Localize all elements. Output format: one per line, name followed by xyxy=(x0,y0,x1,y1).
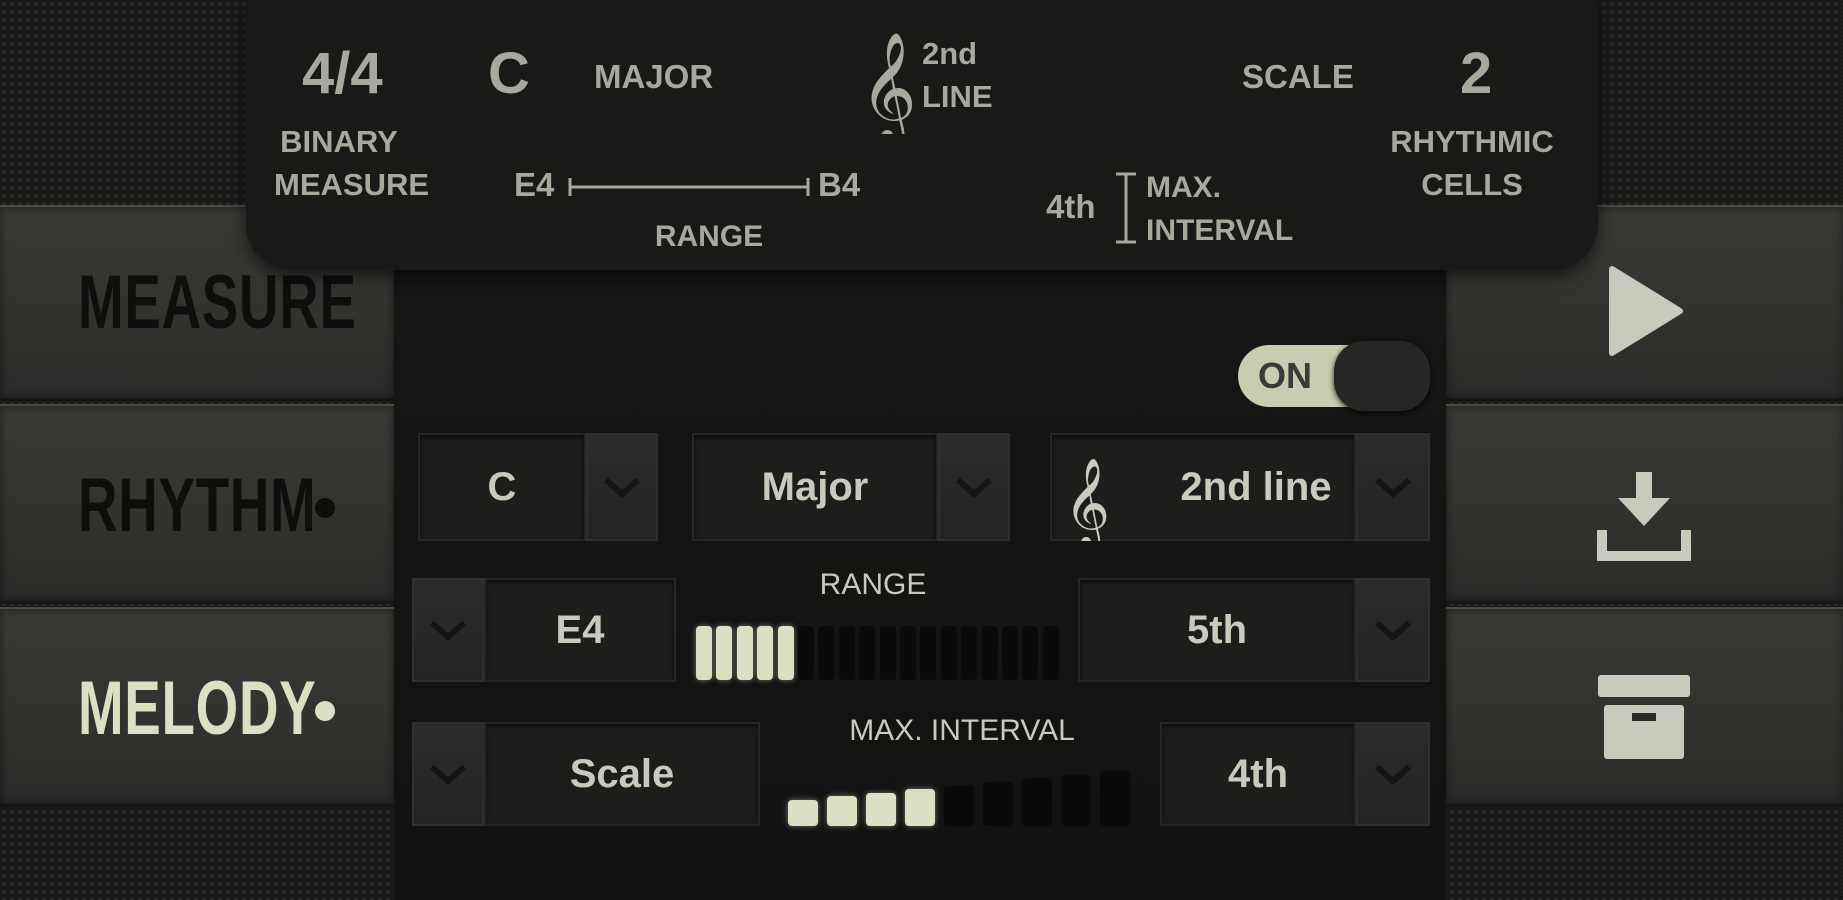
svg-text:𝄞: 𝄞 xyxy=(1064,458,1110,541)
max-interval-meter-segment xyxy=(1100,771,1130,826)
interval-bracket xyxy=(1112,172,1140,244)
range-meter-segment xyxy=(940,626,957,680)
sidebar-item-label: MELODY xyxy=(78,666,317,751)
clef-select-value: 2nd line xyxy=(1180,465,1332,509)
clef-select[interactable]: 𝄞 2nd line xyxy=(1050,433,1356,552)
key-summary: C xyxy=(488,41,530,106)
range-meter-segment xyxy=(1022,626,1039,680)
range-high-select[interactable]: 5th xyxy=(1078,578,1356,682)
sidebar-item-melody[interactable]: MELODY xyxy=(0,607,394,807)
max-interval-meter-segment xyxy=(983,782,1013,826)
range-meter-segment xyxy=(859,626,876,680)
range-meter-segment xyxy=(696,626,712,680)
range-meter-segment xyxy=(818,626,835,680)
status-dot xyxy=(315,498,335,518)
archive-button[interactable] xyxy=(1446,607,1843,807)
sidebar-item-label: RHYTHM xyxy=(78,463,317,548)
range-meter-segment xyxy=(1002,626,1018,680)
max-interval-meter-segment xyxy=(1022,778,1052,826)
max-interval-value: 4th xyxy=(1228,752,1288,796)
chevron-down-icon xyxy=(430,620,466,641)
chevron-down-icon xyxy=(430,764,466,785)
mode-select[interactable]: Major xyxy=(692,433,938,541)
key-select-chevron[interactable] xyxy=(586,433,658,541)
range-high-summary: B4 xyxy=(818,166,861,203)
max-interval-meter-segment xyxy=(827,796,857,826)
range-meter-segment xyxy=(777,626,794,680)
chevron-down-icon xyxy=(956,477,992,498)
range-high-chevron[interactable] xyxy=(1356,578,1430,682)
treble-clef-icon: 𝄞 xyxy=(856,24,917,148)
motion-value: Scale xyxy=(569,752,675,796)
play-icon xyxy=(1606,263,1686,359)
range-low-summary: E4 xyxy=(514,166,555,203)
clef-summary: 2nd LINE xyxy=(922,36,993,114)
max-interval-meter-segment xyxy=(944,785,974,826)
mode-select-chevron[interactable] xyxy=(938,433,1010,541)
mode-summary: MAJOR xyxy=(594,58,714,95)
mode-select-value: Major xyxy=(761,465,869,509)
summary-panel: 4/4 BINARY MEASURE C MAJOR 𝄞 2nd LINE SC… xyxy=(246,0,1598,270)
sidebar-item-rhythm[interactable]: RHYTHM xyxy=(0,404,394,604)
max-interval-summary: 4th xyxy=(1046,188,1096,225)
max-interval-meter-segment xyxy=(905,789,935,826)
rhythmic-cells-count: 2 xyxy=(1460,41,1493,106)
range-meter-segment xyxy=(757,626,774,680)
range-meter-segment xyxy=(981,626,998,680)
range-low-select[interactable]: E4 xyxy=(484,578,676,682)
melody-toggle[interactable]: ON xyxy=(1238,341,1430,411)
chevron-down-icon xyxy=(604,477,640,498)
range-high-value: 5th xyxy=(1187,608,1247,652)
motion-chevron[interactable] xyxy=(412,722,484,826)
key-select-value: C xyxy=(487,465,517,509)
max-interval-summary-label: MAX. INTERVAL xyxy=(1146,171,1294,247)
measure-type-label: BINARY MEASURE xyxy=(274,124,430,202)
range-low-chevron[interactable] xyxy=(412,578,484,682)
range-meter-segment xyxy=(838,626,855,680)
key-select[interactable]: C xyxy=(418,433,586,541)
range-meter-segment xyxy=(1042,626,1059,680)
chevron-down-icon xyxy=(1375,620,1411,641)
download-button[interactable] xyxy=(1446,404,1843,604)
download-icon xyxy=(1596,468,1692,564)
time-signature: 4/4 xyxy=(302,41,383,106)
max-interval-chevron[interactable] xyxy=(1356,722,1430,826)
max-interval-meter[interactable] xyxy=(788,770,1136,828)
clef-select-chevron[interactable] xyxy=(1356,433,1430,541)
range-meter-segment xyxy=(961,626,978,680)
range-meter-segment xyxy=(920,626,937,680)
max-interval-label: MAX. INTERVAL xyxy=(849,714,1075,747)
chevron-down-icon xyxy=(1375,477,1411,498)
range-line xyxy=(568,172,810,202)
chevron-down-icon xyxy=(1375,764,1411,785)
toggle-label: ON xyxy=(1258,355,1312,396)
max-interval-meter-segment xyxy=(866,792,896,826)
range-meter-segment xyxy=(798,626,814,680)
range-summary-label: RANGE xyxy=(654,220,764,253)
svg-text:𝄞: 𝄞 xyxy=(860,31,916,134)
motion-select[interactable]: Scale xyxy=(484,722,760,826)
max-interval-select[interactable]: 4th xyxy=(1160,722,1356,826)
treble-clef-icon: 𝄞 xyxy=(1062,451,1112,552)
range-meter-segment xyxy=(736,626,753,680)
rhythmic-cells-label: RHYTHMIC CELLS xyxy=(1390,124,1554,202)
mode-type-summary: SCALE xyxy=(1242,58,1354,95)
range-low-value: E4 xyxy=(555,608,605,652)
max-interval-meter-segment xyxy=(1061,774,1091,826)
range-label: RANGE xyxy=(819,568,927,601)
range-meter-segment xyxy=(716,626,733,680)
range-meter-segment xyxy=(879,626,896,680)
max-interval-meter-segment xyxy=(788,800,818,826)
archive-icon xyxy=(1596,669,1692,763)
status-dot xyxy=(315,701,335,721)
range-meter[interactable] xyxy=(696,624,1059,682)
toggle-knob xyxy=(1334,341,1430,411)
sidebar-item-label: MEASURE xyxy=(78,260,357,345)
range-meter-segment xyxy=(900,626,916,680)
